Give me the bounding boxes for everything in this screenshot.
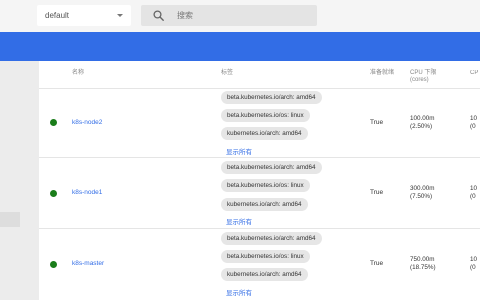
cpu-limits-amount: 10 [470, 185, 478, 192]
cpu-requests-value: 750.00m (18.75%) [410, 256, 436, 272]
column-header-ready: 准备就绪 [370, 70, 395, 76]
label-chip: beta.kubernetes.io/arch: amd64 [221, 161, 322, 174]
cpu-limits-percent: (0 [470, 264, 476, 271]
cpu-limits-value: 10 (0 [470, 256, 480, 272]
search-input[interactable] [177, 5, 307, 26]
cpu-requests-amount: 750.00m [410, 256, 435, 263]
label-chip: beta.kubernetes.io/os: linux [221, 250, 310, 263]
column-header-name[interactable]: 名称 [72, 70, 84, 77]
show-all-labels-link[interactable]: 显示所有 [226, 216, 252, 226]
cpu-requests-percent: (2.50%) [410, 123, 433, 130]
namespace-select[interactable]: default [37, 5, 131, 26]
cpu-requests-amount: 100.00m [410, 115, 435, 122]
row-divider [39, 228, 480, 229]
search-icon [153, 10, 164, 21]
chevron-down-icon [117, 14, 123, 17]
label-chip: kubernetes.io/arch: amd64 [221, 127, 308, 140]
node-name-link[interactable]: k8s-node1 [72, 189, 102, 196]
cpu-limits-percent: (0 [470, 123, 476, 130]
label-chip: beta.kubernetes.io/arch: amd64 [221, 91, 322, 104]
cpu-limits-percent: (0 [470, 193, 476, 200]
namespace-value: default [45, 11, 70, 20]
sidebar [0, 61, 39, 300]
cpu-requests-percent: (7.50%) [410, 193, 433, 200]
status-ok-icon [50, 190, 57, 197]
show-all-labels-link[interactable]: 显示所有 [226, 146, 252, 156]
status-ok-icon [50, 119, 57, 126]
label-chip: beta.kubernetes.io/arch: amd64 [221, 232, 322, 245]
ready-status: True [370, 119, 384, 126]
cpu-requests-percent: (18.75%) [410, 264, 436, 271]
label-chip: kubernetes.io/arch: amd64 [221, 268, 308, 281]
column-header-labels: 标签 [221, 70, 234, 76]
search-box[interactable] [141, 5, 317, 26]
cpu-requests-amount: 300.00m [410, 185, 435, 192]
top-toolbar: default [0, 0, 480, 32]
ready-status: True [370, 189, 384, 196]
node-name-link[interactable]: k8s-master [72, 260, 104, 267]
cpu-limits-value: 10 (0 [470, 115, 480, 131]
header-bar [0, 32, 480, 61]
label-chip: beta.kubernetes.io/os: linux [221, 179, 310, 192]
sidebar-item-selected[interactable] [0, 212, 20, 227]
column-header-cpu-requests-line1: CPU 下限 [410, 70, 437, 76]
status-ok-icon [50, 261, 57, 268]
ready-status: True [370, 260, 384, 267]
label-chip: beta.kubernetes.io/os: linux [221, 109, 310, 122]
cpu-limits-amount: 10 [470, 256, 478, 263]
cpu-limits-amount: 10 [470, 115, 478, 122]
row-divider [39, 88, 480, 89]
node-name-link[interactable]: k8s-node2 [72, 119, 102, 126]
column-header-cpu-requests-line2: (cores) [410, 77, 429, 83]
cpu-requests-value: 100.00m (2.50%) [410, 115, 435, 131]
show-all-labels-link[interactable]: 显示所有 [226, 287, 252, 297]
column-header-cpu-requests: CPU 下限 (cores) [410, 70, 436, 84]
cpu-limits-value: 10 (0 [470, 185, 480, 201]
row-divider [39, 157, 480, 158]
label-chip: kubernetes.io/arch: amd64 [221, 198, 308, 211]
cpu-requests-value: 300.00m (7.50%) [410, 185, 435, 201]
column-header-cpu-limits: CP [470, 70, 479, 76]
